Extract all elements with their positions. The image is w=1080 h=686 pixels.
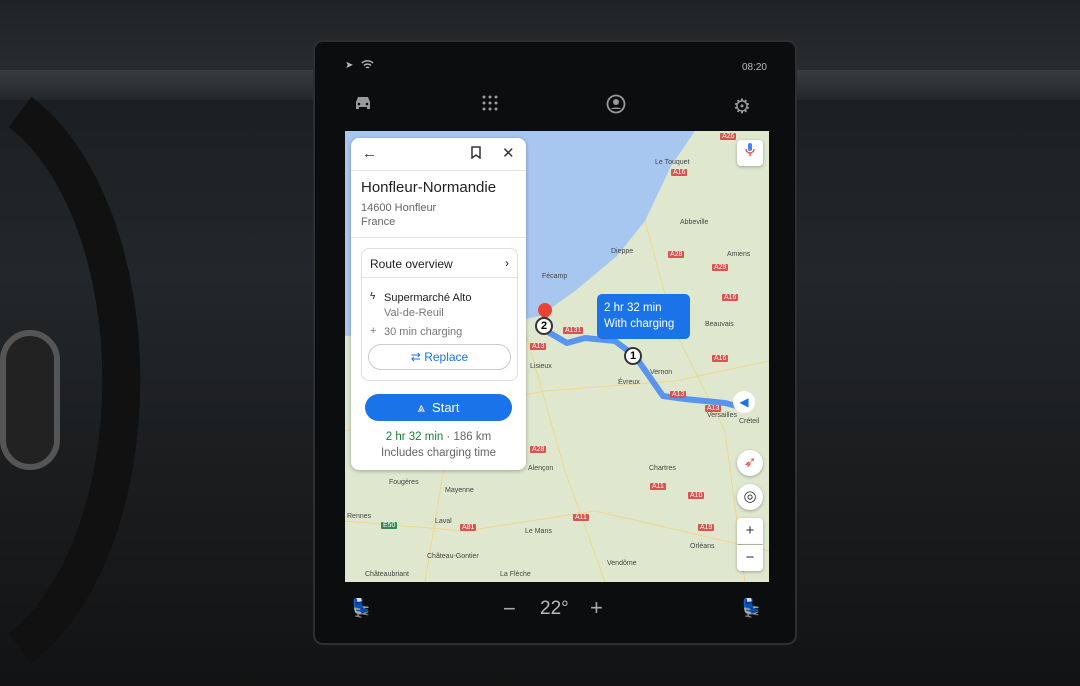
temperature: 22° xyxy=(540,598,569,619)
city-label: Fougères xyxy=(389,479,419,486)
start-label: Start xyxy=(432,400,460,415)
route-card: Route overview › ϟ Supermarché Alto Val-… xyxy=(361,248,518,381)
city-label: Abbeville xyxy=(680,219,709,226)
charging-duration: 30 min charging xyxy=(384,326,463,338)
trip-distance: · 186 km xyxy=(443,431,492,443)
city-label: Le Mans xyxy=(525,528,552,535)
route-line xyxy=(541,326,741,410)
place-title: Honfleur-Normandie xyxy=(361,179,497,196)
route-overview-button[interactable]: Route overview › xyxy=(362,249,517,278)
city-label: Évreux xyxy=(618,379,640,386)
road-shield: A16 xyxy=(712,355,729,362)
stop-marker-2[interactable]: 2 xyxy=(535,317,553,335)
city-label: Châteaubriant xyxy=(365,571,409,578)
temp-up-button[interactable]: + xyxy=(590,595,603,621)
city-label: Laval xyxy=(435,518,452,525)
city-label: Château-Gontier xyxy=(427,553,479,560)
road-shield: A16 xyxy=(722,294,739,301)
city-label: Alençon xyxy=(528,465,554,472)
settings-icon[interactable]: ⚙ xyxy=(727,94,757,119)
road-shield: E50 xyxy=(381,522,398,529)
road-shield: A81 xyxy=(460,524,477,531)
city-label: Fécamp xyxy=(542,273,568,280)
chevron-right-icon: › xyxy=(505,256,509,270)
city-label: Amiens xyxy=(727,251,751,258)
close-icon[interactable]: ✕ xyxy=(502,144,515,162)
destination-panel: ← ✕ Honfleur-Normandie 14600 Honfleur Fr… xyxy=(351,138,526,470)
road-shield: A11 xyxy=(573,514,589,521)
callout-subtitle: With charging xyxy=(604,318,675,330)
city-label: Vernon xyxy=(650,369,673,376)
divider xyxy=(351,237,526,238)
zoom-in-button[interactable]: + xyxy=(737,518,763,544)
status-bar: ➤ 08:20 xyxy=(315,56,795,76)
start-button[interactable]: ⩓ Start xyxy=(365,394,512,421)
replace-button[interactable]: ⇄ Replace xyxy=(368,344,511,370)
charging-stop-place: Val-de-Reuil xyxy=(384,307,444,319)
climate-bar: 💺 − 22° + 💺 xyxy=(315,592,795,632)
divider xyxy=(351,170,526,171)
trip-note: Includes charging time xyxy=(380,447,497,459)
road-shield: A13 xyxy=(670,391,687,398)
road-shield: A131 xyxy=(563,327,584,334)
route-overview-label: Route overview xyxy=(370,257,453,271)
city-label: Versailles xyxy=(707,412,737,419)
navigation-icon: ⩓ xyxy=(417,400,425,415)
city-label: Vendôme xyxy=(607,560,637,567)
road-shield: A28 xyxy=(668,251,685,258)
steering-stalk xyxy=(0,330,60,470)
road-shield: A28 xyxy=(530,446,547,453)
current-location-icon: ◀ xyxy=(733,391,755,413)
passenger-seat-icon[interactable]: 💺 xyxy=(740,598,762,619)
driver-seat-icon[interactable]: 💺 xyxy=(350,598,372,619)
route-callout[interactable]: 2 hr 32 min With charging xyxy=(597,294,690,339)
bookmark-icon[interactable] xyxy=(471,146,481,163)
city-label: Lisieux xyxy=(530,363,552,370)
trip-summary: 2 hr 32 min · 186 km xyxy=(351,431,526,443)
city-label: Rennes xyxy=(347,513,372,520)
road-shield: A13 xyxy=(530,343,547,350)
top-nav: ⚙ xyxy=(315,94,795,124)
replace-label: Replace xyxy=(424,350,469,364)
address-country: France xyxy=(361,216,396,228)
road-shield: A10 xyxy=(688,492,705,499)
charging-stop-name: Supermarché Alto xyxy=(384,292,472,304)
road-shield: A13 xyxy=(705,405,722,412)
road-shield: A19 xyxy=(698,524,715,531)
road-shield: A11 xyxy=(650,483,666,490)
callout-duration: 2 hr 32 min xyxy=(604,302,662,314)
infotainment-screen: ➤ 08:20 ⚙ Le Touquet Abbeville Amiens Di… xyxy=(313,40,797,645)
compass-icon[interactable]: ➶ xyxy=(737,450,763,476)
city-label: Orléans xyxy=(690,543,715,550)
city-label: Mayenne xyxy=(445,487,474,494)
city-label: Le Touquet xyxy=(655,159,690,166)
road-shield: A29 xyxy=(712,264,729,271)
back-icon[interactable]: ← xyxy=(362,145,377,162)
clock: 08:20 xyxy=(741,62,767,73)
microphone-icon[interactable] xyxy=(737,140,763,166)
charging-bolt-icon: ϟ xyxy=(370,291,376,302)
wifi-icon xyxy=(361,59,374,73)
app-grid-icon[interactable] xyxy=(475,94,505,117)
city-label: Dieppe xyxy=(611,248,634,255)
trip-duration: 2 hr 32 min xyxy=(385,431,444,443)
map[interactable]: Le Touquet Abbeville Amiens Dieppe Fécam… xyxy=(345,131,769,582)
swap-icon: ⇄ xyxy=(410,350,421,364)
temp-down-button[interactable]: − xyxy=(503,596,516,622)
city-label: La Flèche xyxy=(500,571,531,578)
zoom-out-button[interactable]: − xyxy=(737,545,763,571)
city-label: Créteil xyxy=(739,418,760,425)
road-shield: A16 xyxy=(671,169,688,176)
road-shield: A26 xyxy=(720,133,737,140)
plus-icon: + xyxy=(370,325,377,337)
city-label: Beauvais xyxy=(705,321,734,328)
city-label: Chartres xyxy=(649,465,676,472)
stop-marker-1[interactable]: 1 xyxy=(624,347,642,365)
recenter-icon[interactable]: ◎ xyxy=(737,484,763,510)
address-line: 14600 Honfleur xyxy=(361,202,437,214)
car-icon[interactable] xyxy=(348,94,378,118)
navigation-arrow-icon: ➤ xyxy=(345,60,354,71)
account-icon[interactable] xyxy=(601,94,631,120)
